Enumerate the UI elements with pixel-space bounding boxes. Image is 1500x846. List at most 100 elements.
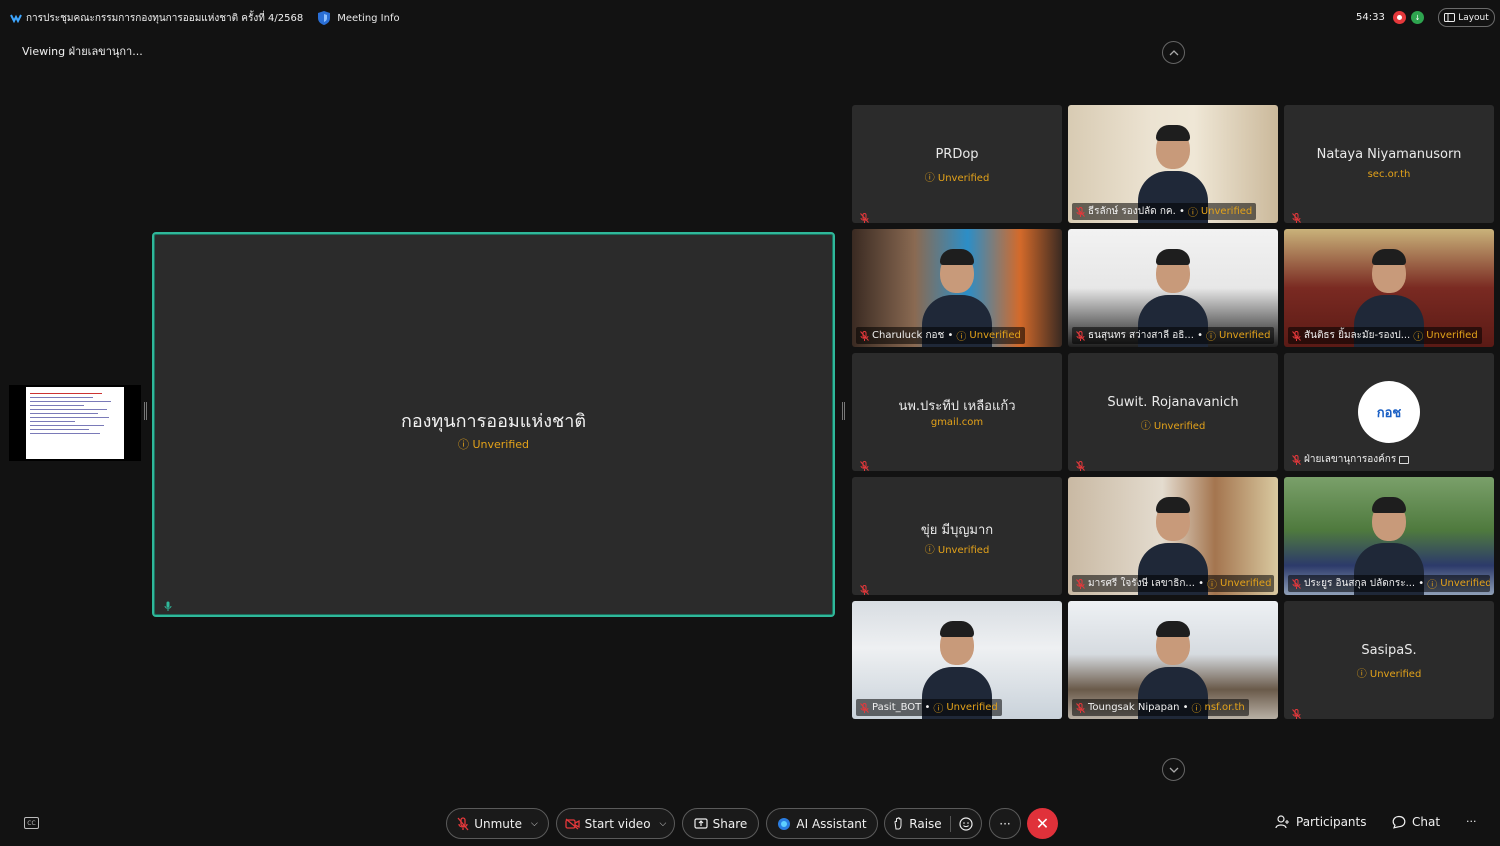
unverified-icon: ⓘ xyxy=(1356,669,1370,680)
scroll-down-button[interactable] xyxy=(1162,758,1185,781)
layout-button[interactable]: Layout xyxy=(1438,8,1495,27)
microphone-muted-icon xyxy=(860,330,869,341)
video-options-chevron-icon[interactable]: ⌵ xyxy=(660,819,667,829)
unmute-label: Unmute xyxy=(474,816,522,831)
unmute-button[interactable]: Unmute ⌵ xyxy=(446,808,549,839)
muted-indicator xyxy=(860,580,869,595)
microphone-muted-icon xyxy=(1292,454,1301,465)
unverified-icon: ⓘ xyxy=(924,545,938,556)
participant-tile[interactable]: นพ.ประทีป เหลือแก้ว gmail.com xyxy=(852,353,1062,471)
participant-name: ขุ่ย มีบุญมาก xyxy=(920,523,994,538)
organization-logo: กอช xyxy=(1376,405,1402,421)
participant-name: นพ.ประทีป เหลือแก้ว xyxy=(898,399,1016,414)
microphone-muted-icon xyxy=(860,461,869,471)
overflow-menu-button[interactable]: ··· xyxy=(1466,815,1477,828)
meeting-info-button[interactable]: Meeting Info xyxy=(317,10,400,26)
participant-label: ธีรลักษ์ รองปลัด กค. • ⓘ Unverified xyxy=(1072,203,1257,220)
shield-icon xyxy=(318,11,331,25)
participant-label: ฝ่ายเลขานุการองค์กร xyxy=(1288,451,1413,468)
participant-name: Suwit. Rojanavanich xyxy=(1107,395,1239,410)
closed-captions-button[interactable]: CC xyxy=(24,817,39,829)
participant-name: PRDop xyxy=(935,147,979,162)
participant-label: ธนสุนทร สว่างสาลี อธิ... • ⓘ Unverified xyxy=(1072,327,1274,344)
microphone-muted-icon xyxy=(1292,330,1301,341)
layout-label: Layout xyxy=(1458,12,1489,23)
close-icon: ✕ xyxy=(1035,814,1050,833)
participant-tile[interactable]: Nataya Niyamanusorn sec.or.th xyxy=(1284,105,1494,223)
active-speaker-name: กองทุนการออมแห่งชาติ xyxy=(400,411,587,432)
end-call-button[interactable]: ✕ xyxy=(1027,808,1058,839)
participants-label: Participants xyxy=(1296,815,1367,829)
microphone-muted-icon xyxy=(457,816,469,830)
right-splitter-handle[interactable] xyxy=(842,402,845,420)
chat-label: Chat xyxy=(1412,815,1441,829)
video-off-icon xyxy=(564,818,580,829)
participant-label: สันติธร ยิ้มละมัย-รองป... ⓘ Unverified xyxy=(1288,327,1482,344)
start-video-button[interactable]: Start video ⌵ xyxy=(556,808,675,839)
left-splitter-handle[interactable] xyxy=(144,402,147,420)
meeting-title: การประชุมคณะกรรมการกองทุนการออมแห่งชาติ … xyxy=(26,12,304,24)
microphone-muted-icon xyxy=(1076,461,1085,471)
meeting-info-label: Meeting Info xyxy=(337,12,400,24)
layout-icon xyxy=(1444,13,1456,22)
viewing-share-label: Viewing ฝ่ายเลขานุกา... xyxy=(22,45,143,58)
participants-icon xyxy=(1275,815,1289,829)
raise-divider xyxy=(949,815,951,832)
overflow-menu-icon: ··· xyxy=(1466,815,1477,828)
raise-hand-button[interactable]: Raise xyxy=(884,808,982,839)
muted-indicator xyxy=(1292,704,1301,719)
unverified-icon: ⓘ xyxy=(933,704,944,715)
participant-label: Charuluck กอช • ⓘ Unverified xyxy=(856,327,1025,344)
shared-content-thumbnail[interactable] xyxy=(9,385,141,461)
title-bar: การประชุมคณะกรรมการกองทุนการออมแห่งชาติ … xyxy=(0,0,1500,36)
share-button[interactable]: Share xyxy=(682,808,759,839)
participant-tile[interactable]: Toungsak Nipapan • ⓘ nsf.or.th xyxy=(1068,601,1278,719)
unverified-icon: ⓘ xyxy=(956,332,967,343)
participant-tile[interactable]: Charuluck กอช • ⓘ Unverified xyxy=(852,229,1062,347)
microphone-muted-icon xyxy=(1292,709,1301,719)
scroll-up-button[interactable] xyxy=(1162,41,1185,64)
participant-tile[interactable]: ธนสุนทร สว่างสาลี อธิ... • ⓘ Unverified xyxy=(1068,229,1278,347)
webex-logo-icon xyxy=(10,14,22,23)
participant-tile[interactable]: สันติธร ยิ้มละมัย-รองป... ⓘ Unverified xyxy=(1284,229,1494,347)
participant-domain-status: ⓘ Unverified xyxy=(924,545,990,556)
participant-label: Toungsak Nipapan • ⓘ nsf.or.th xyxy=(1072,699,1249,716)
participant-domain-status: gmail.com xyxy=(930,417,984,428)
chat-icon xyxy=(1392,815,1406,829)
participant-tile[interactable]: ธีรลักษ์ รองปลัด กค. • ⓘ Unverified xyxy=(1068,105,1278,223)
unverified-icon: ⓘ xyxy=(924,173,938,184)
active-speaker-tile[interactable]: กองทุนการออมแห่งชาติ ⓘ Unverified xyxy=(152,232,835,617)
recording-indicator-icon[interactable] xyxy=(1393,11,1406,24)
participant-tile[interactable]: มารศรี ใจรังษี เลขาธิก... • ⓘ Unverified xyxy=(1068,477,1278,595)
participant-label: Pasit_BOT • ⓘ Unverified xyxy=(856,699,1002,716)
participant-tile[interactable]: ขุ่ย มีบุญมาก ⓘ Unverified xyxy=(852,477,1062,595)
microphone-muted-icon xyxy=(1076,702,1085,713)
chat-button[interactable]: Chat xyxy=(1392,815,1440,829)
unverified-icon: ⓘ xyxy=(1413,332,1424,343)
microphone-muted-icon xyxy=(860,702,869,713)
ai-assistant-icon xyxy=(778,817,791,830)
more-options-button[interactable]: ··· xyxy=(989,808,1021,839)
microphone-muted-icon xyxy=(1076,330,1085,341)
microphone-muted-icon xyxy=(1076,578,1085,589)
participant-tile[interactable]: SasipaS. ⓘ Unverified xyxy=(1284,601,1494,719)
participant-tile[interactable]: Pasit_BOT • ⓘ Unverified xyxy=(852,601,1062,719)
unmute-options-chevron-icon[interactable]: ⌵ xyxy=(531,819,538,829)
encryption-indicator-icon[interactable]: ↓ xyxy=(1411,11,1424,24)
muted-indicator xyxy=(860,208,869,223)
participant-tile[interactable]: ประยูร อินสกุล ปลัดกระ... • ⓘ Unverified xyxy=(1284,477,1494,595)
microphone-muted-icon xyxy=(1292,578,1301,589)
participants-button[interactable]: Participants xyxy=(1275,815,1367,829)
more-options-icon: ··· xyxy=(999,816,1011,831)
unverified-icon: ⓘ xyxy=(1191,704,1202,715)
participant-domain-status: ⓘ Unverified xyxy=(1356,669,1422,680)
muted-indicator xyxy=(860,456,869,471)
participant-tile[interactable]: Suwit. Rojanavanich ⓘ Unverified xyxy=(1068,353,1278,471)
chevron-down-icon xyxy=(1169,767,1178,773)
ai-assistant-button[interactable]: AI Assistant xyxy=(766,808,878,839)
participant-tile[interactable]: กอชฝ่ายเลขานุการองค์กร xyxy=(1284,353,1494,471)
participant-tile[interactable]: PRDop ⓘ Unverified xyxy=(852,105,1062,223)
reactions-icon[interactable] xyxy=(959,816,973,831)
raise-label: Raise xyxy=(909,816,942,831)
organization-avatar: กอช xyxy=(1358,381,1420,443)
